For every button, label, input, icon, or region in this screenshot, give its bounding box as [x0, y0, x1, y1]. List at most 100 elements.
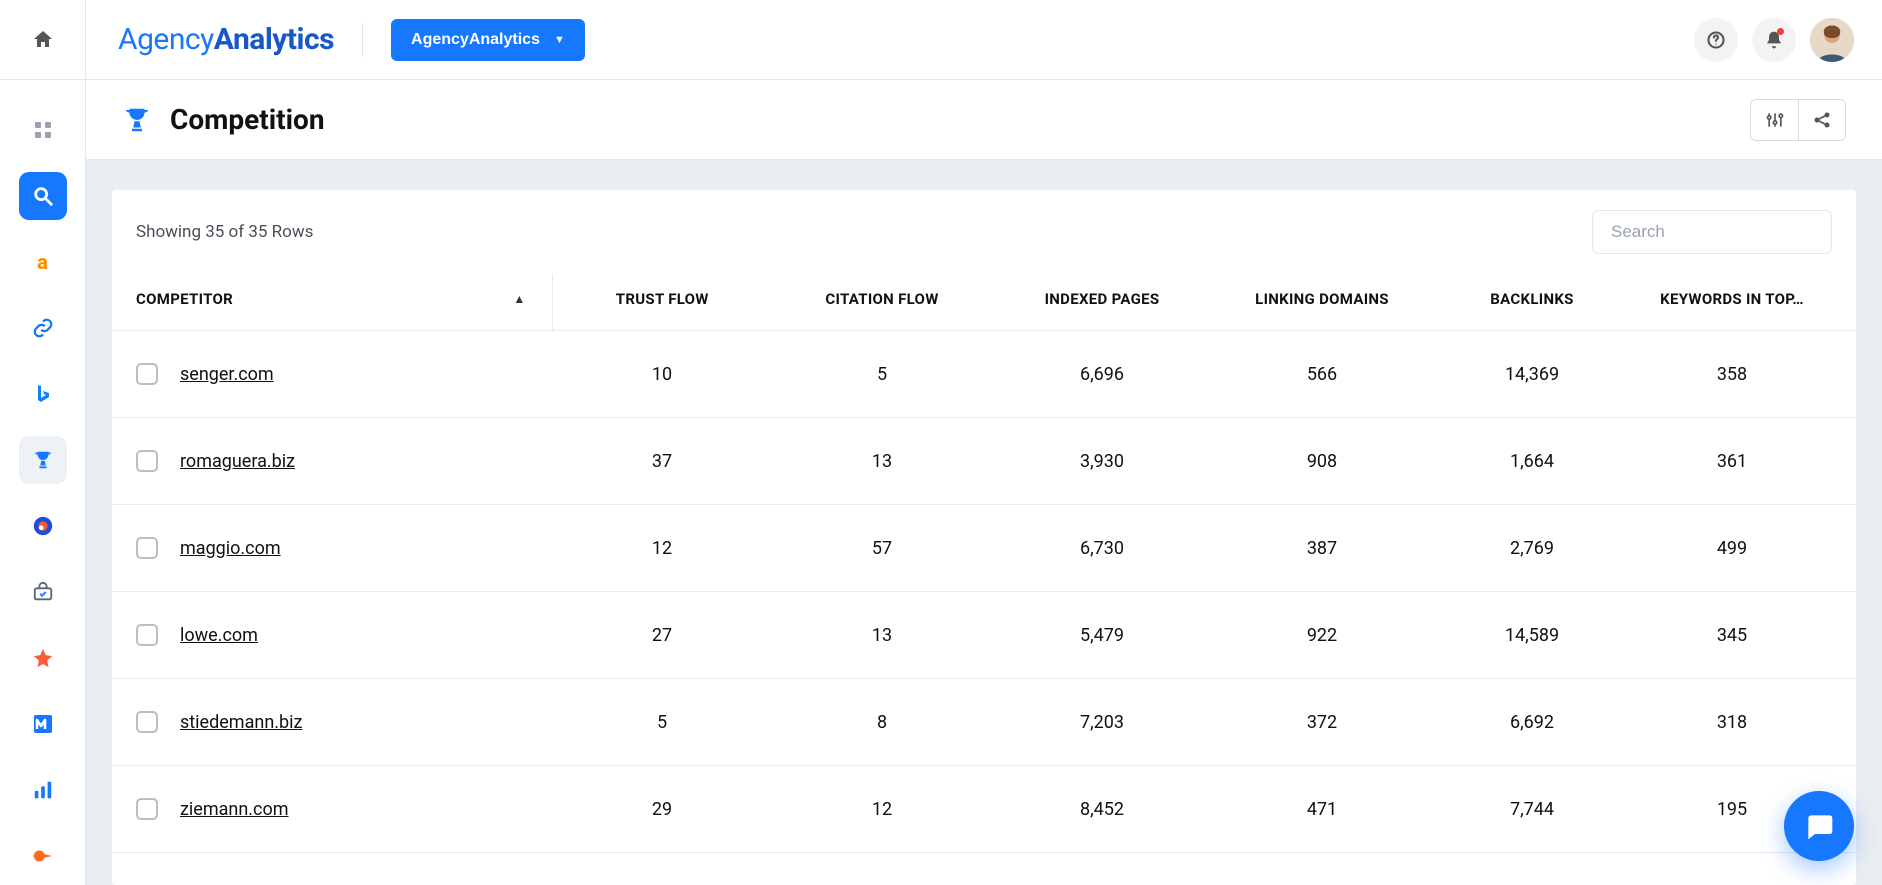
gsc-icon	[32, 581, 54, 603]
col-linking-domains[interactable]: LINKING DOMAINS	[1212, 274, 1432, 331]
cell-trust-flow: 27	[552, 592, 772, 679]
majestic-icon	[33, 714, 53, 734]
notifications-button[interactable]	[1752, 18, 1796, 62]
competitor-link[interactable]: lowe.com	[180, 625, 258, 646]
nav-competition[interactable]	[19, 436, 67, 484]
col-trust-flow[interactable]: TRUST FLOW	[552, 274, 772, 331]
cell-indexed-pages: 6,730	[992, 505, 1212, 592]
cell-backlinks: 7,744	[1432, 766, 1632, 853]
cell-indexed-pages: 7,203	[992, 679, 1212, 766]
table-row: senger.com 1056,69656614,369358	[112, 331, 1856, 418]
cell-citation-flow: 12	[772, 766, 992, 853]
cell-linking-domains: 372	[1212, 679, 1432, 766]
page-trophy-icon	[122, 105, 152, 135]
globe-icon	[32, 515, 54, 537]
cell-linking-domains: 855	[1212, 853, 1432, 885]
cell-backlinks: 14,369	[1432, 331, 1632, 418]
competitor-link[interactable]: stiedemann.biz	[180, 712, 302, 733]
cell-linking-domains: 471	[1212, 766, 1432, 853]
chevron-down-icon: ▼	[554, 34, 565, 46]
cell-indexed-pages: 5,479	[992, 592, 1212, 679]
col-competitor[interactable]: COMPETITOR ▲	[112, 274, 552, 331]
top-bar: AgencyAnalytics AgencyAnalytics ▼	[0, 0, 1882, 80]
header-actions	[1750, 99, 1846, 141]
competitor-link[interactable]: romaguera.biz	[180, 451, 295, 472]
cell-linking-domains: 922	[1212, 592, 1432, 679]
brand-analytics-text: Analytics	[214, 22, 334, 57]
row-checkbox[interactable]	[136, 363, 158, 385]
cell-citation-flow: 5	[772, 331, 992, 418]
table-row: ziemann.com29128,4524717,744195	[112, 766, 1856, 853]
cell-keywords: 358	[1632, 331, 1856, 418]
cell-trust-flow: 37	[552, 418, 772, 505]
competitor-link[interactable]: senger.com	[180, 364, 274, 385]
bing-icon	[34, 383, 52, 405]
nav-links[interactable]	[19, 304, 67, 352]
search-input[interactable]	[1592, 210, 1832, 254]
home-button[interactable]	[0, 0, 86, 80]
cell-keywords: 318	[1632, 679, 1856, 766]
cell-linking-domains: 387	[1212, 505, 1432, 592]
cell-backlinks: 6,692	[1432, 679, 1632, 766]
nav-semrush[interactable]	[19, 832, 67, 880]
nav-majestic[interactable]	[19, 700, 67, 748]
nav-gsc[interactable]	[19, 568, 67, 616]
home-icon	[31, 28, 55, 52]
help-button[interactable]	[1694, 18, 1738, 62]
nav-star[interactable]	[19, 634, 67, 682]
grid-icon	[33, 120, 53, 140]
row-checkbox[interactable]	[136, 537, 158, 559]
brand-logo[interactable]: AgencyAnalytics	[118, 22, 334, 57]
campaign-dropdown[interactable]: AgencyAnalytics ▼	[391, 19, 585, 61]
avatar-icon	[1810, 18, 1854, 62]
nav-global[interactable]	[19, 502, 67, 550]
cell-trust-flow: 23	[552, 853, 772, 885]
nav-bing[interactable]	[19, 370, 67, 418]
competitor-link[interactable]: maggio.com	[180, 538, 281, 559]
row-checkbox[interactable]	[136, 711, 158, 733]
table-row: romaguera.biz37133,9309081,664361	[112, 418, 1856, 505]
nav-ahrefs[interactable]: a	[19, 238, 67, 286]
col-citation-flow[interactable]: CITATION FLOW	[772, 274, 992, 331]
cell-keywords: 361	[1632, 418, 1856, 505]
page-header: Competition	[86, 80, 1882, 160]
row-checkbox[interactable]	[136, 624, 158, 646]
col-backlinks[interactable]: BACKLINKS	[1432, 274, 1632, 331]
cell-indexed-pages: 6,696	[992, 331, 1212, 418]
share-button[interactable]	[1798, 99, 1846, 141]
row-checkbox[interactable]	[136, 450, 158, 472]
cell-linking-domains: 908	[1212, 418, 1432, 505]
cell-keywords: 345	[1632, 592, 1856, 679]
competitors-table: COMPETITOR ▲ TRUST FLOW CITATION FLOW IN…	[112, 274, 1856, 885]
user-avatar[interactable]	[1810, 18, 1854, 62]
brand-agency-text: Agency	[118, 22, 214, 57]
cell-indexed-pages: 4,217	[992, 853, 1212, 885]
cell-trust-flow: 29	[552, 766, 772, 853]
col-indexed-pages[interactable]: INDEXED PAGES	[992, 274, 1212, 331]
table-row: murphy.com23144,2178559,549190	[112, 853, 1856, 885]
link-icon	[32, 317, 54, 339]
cell-keywords: 499	[1632, 505, 1856, 592]
search-icon	[32, 185, 54, 207]
nav-dashboard[interactable]	[19, 106, 67, 154]
cell-backlinks: 14,589	[1432, 592, 1632, 679]
cell-citation-flow: 13	[772, 418, 992, 505]
competitors-card: Showing 35 of 35 Rows COMP	[112, 190, 1856, 885]
cell-linking-domains: 566	[1212, 331, 1432, 418]
cell-trust-flow: 10	[552, 331, 772, 418]
nav-search[interactable]	[19, 172, 67, 220]
settings-button[interactable]	[1750, 99, 1798, 141]
competitor-link[interactable]: ziemann.com	[180, 799, 289, 820]
col-keywords[interactable]: KEYWORDS IN TOP…	[1632, 274, 1856, 331]
cell-backlinks: 9,549	[1432, 853, 1632, 885]
chat-icon	[1803, 810, 1835, 842]
row-checkbox[interactable]	[136, 798, 158, 820]
chat-widget[interactable]	[1784, 791, 1854, 861]
sort-asc-icon: ▲	[513, 292, 525, 306]
cell-indexed-pages: 8,452	[992, 766, 1212, 853]
campaign-dropdown-label: AgencyAnalytics	[411, 31, 540, 49]
main-content: Competition Showing 35 of 35 Rows	[86, 80, 1882, 885]
sliders-icon	[1765, 110, 1785, 130]
nav-analytics[interactable]	[19, 766, 67, 814]
cell-trust-flow: 12	[552, 505, 772, 592]
